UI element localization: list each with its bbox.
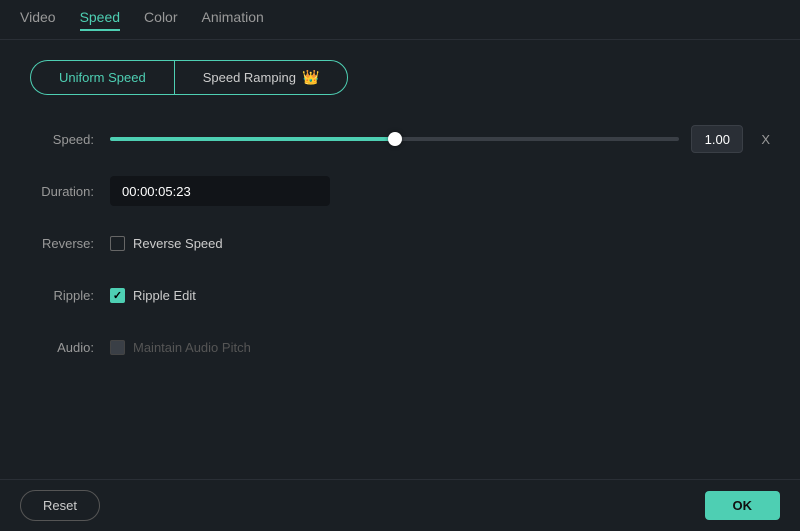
- speed-slider-container: X: [110, 125, 770, 153]
- ripple-control: Ripple Edit: [110, 288, 770, 303]
- audio-row: Audio: Maintain Audio Pitch: [30, 331, 770, 363]
- duration-label: Duration:: [30, 184, 110, 199]
- audio-label: Audio:: [30, 340, 110, 355]
- speed-slider-fill: [110, 137, 395, 141]
- audio-checkbox-row: Maintain Audio Pitch: [110, 340, 251, 355]
- reverse-checkbox[interactable]: [110, 236, 125, 251]
- speed-row: Speed: X: [30, 123, 770, 155]
- main-content: Uniform Speed Speed Ramping 👑 Speed: X D…: [0, 40, 800, 403]
- tab-video[interactable]: Video: [20, 9, 56, 31]
- speed-label: Speed:: [30, 132, 110, 147]
- uniform-speed-button[interactable]: Uniform Speed: [30, 60, 174, 95]
- reverse-control: Reverse Speed: [110, 236, 770, 251]
- speed-value-input[interactable]: [691, 125, 743, 153]
- duration-row: Duration:: [30, 175, 770, 207]
- duration-input[interactable]: [110, 176, 330, 206]
- ripple-label: Ripple:: [30, 288, 110, 303]
- ripple-row: Ripple: Ripple Edit: [30, 279, 770, 311]
- speed-slider-thumb[interactable]: [388, 132, 402, 146]
- reverse-row: Reverse: Reverse Speed: [30, 227, 770, 259]
- audio-checkbox: [110, 340, 125, 355]
- ripple-checkbox[interactable]: [110, 288, 125, 303]
- crown-icon: 👑: [302, 69, 319, 86]
- reverse-label: Reverse:: [30, 236, 110, 251]
- audio-checkbox-label: Maintain Audio Pitch: [133, 340, 251, 355]
- tab-animation[interactable]: Animation: [202, 9, 264, 31]
- duration-control: [110, 176, 770, 206]
- ripple-checkbox-label: Ripple Edit: [133, 288, 196, 303]
- reverse-checkbox-label: Reverse Speed: [133, 236, 223, 251]
- ripple-checkbox-row: Ripple Edit: [110, 288, 196, 303]
- tab-speed[interactable]: Speed: [80, 9, 120, 31]
- speed-unit-label: X: [761, 132, 770, 147]
- speed-ramping-button[interactable]: Speed Ramping 👑: [174, 60, 349, 95]
- speed-slider-track[interactable]: [110, 137, 679, 141]
- reset-button[interactable]: Reset: [20, 490, 100, 521]
- audio-control: Maintain Audio Pitch: [110, 340, 770, 355]
- speed-control: X: [110, 125, 770, 153]
- bottom-bar: Reset OK: [0, 479, 800, 531]
- ok-button[interactable]: OK: [705, 491, 781, 520]
- top-nav: Video Speed Color Animation: [0, 0, 800, 40]
- tab-color[interactable]: Color: [144, 9, 177, 31]
- speed-mode-toggle: Uniform Speed Speed Ramping 👑: [30, 60, 770, 95]
- reverse-checkbox-row: Reverse Speed: [110, 236, 223, 251]
